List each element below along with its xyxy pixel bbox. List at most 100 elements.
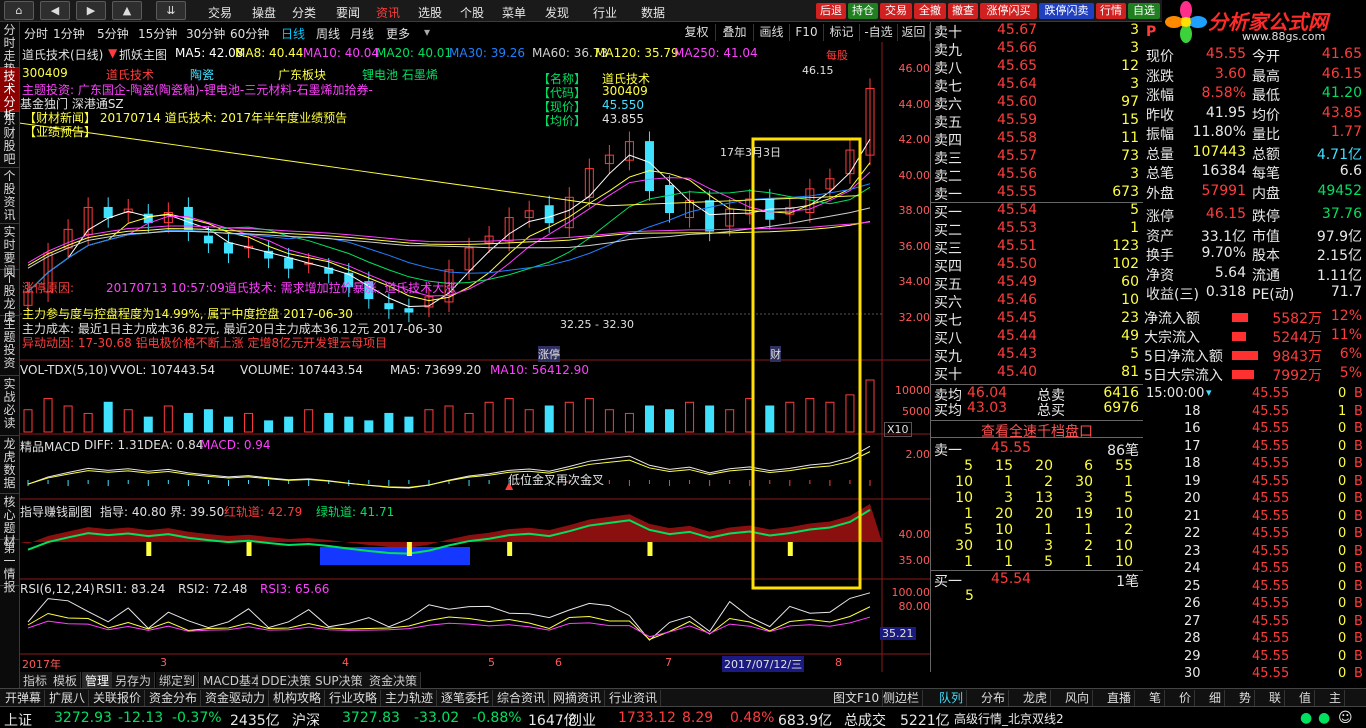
tick-row-9[interactable]: 23 45.55 0 B [1142, 544, 1366, 562]
bottom-tab-7[interactable]: 主力轨迹 [382, 690, 438, 706]
right-tab-10[interactable]: 值 [1296, 690, 1316, 706]
bottom-tab-0[interactable]: 开弹幕 [2, 690, 46, 706]
tick-row-6[interactable]: 20 45.55 0 B [1142, 491, 1366, 509]
tick-row-0[interactable]: 15:00:00 45.55 0 B [1142, 386, 1366, 404]
trade-button-0[interactable]: 后退 [816, 3, 846, 19]
tick-row-10[interactable]: 24 45.55 0 B [1142, 561, 1366, 579]
period-8[interactable]: 月线 [350, 25, 374, 42]
left-tab-1[interactable]: 技术分析 [0, 68, 19, 122]
bottom-tab-sidebar[interactable]: 侧边栏 [880, 690, 924, 706]
tick-row-16[interactable]: 30 45.55 0 B [1142, 666, 1366, 684]
menu-8[interactable]: 发现 [545, 4, 569, 21]
right-tab-1[interactable]: 分布 [978, 690, 1010, 706]
menu-9[interactable]: 行业 [593, 4, 617, 21]
more-dropdown-icon[interactable]: ▾ [424, 25, 430, 39]
bottom-tab-2[interactable]: 关联报价 [90, 690, 146, 706]
home-icon[interactable]: ⌂ [4, 1, 34, 20]
period-4[interactable]: 30分钟 [186, 25, 225, 42]
left-tab-3[interactable]: 个股资讯 [0, 168, 19, 224]
chart-bottom-tab-2[interactable]: 管理 [82, 672, 114, 688]
bottom-tab-6[interactable]: 行业攻略 [326, 690, 382, 706]
period-1[interactable]: 1分钟 [53, 25, 85, 42]
menu-0[interactable]: 交易 [208, 4, 232, 21]
buy-row-3[interactable]: 买四 45.50 102 [931, 256, 1143, 275]
period-7[interactable]: 周线 [316, 25, 340, 42]
trade-button-2[interactable]: 交易 [880, 3, 912, 19]
left-tab-0[interactable]: 分时走势 [0, 22, 19, 76]
bottom-tab-10[interactable]: 网摘资讯 [550, 690, 606, 706]
bottom-tab-1[interactable]: 扩展八 [46, 690, 90, 706]
back-icon[interactable]: ◀ [40, 1, 70, 20]
left-tab-7[interactable]: 实战必读 [0, 376, 19, 436]
news-line-2[interactable]: 【业绩预告】 [24, 123, 96, 140]
tick-row-12[interactable]: 26 45.55 0 B [1142, 596, 1366, 614]
right-tab-9[interactable]: 联 [1266, 690, 1286, 706]
right-tab-3[interactable]: 风向 [1062, 690, 1094, 706]
chart-bottom-tab-0[interactable]: 指标 [20, 672, 52, 688]
bottom-tab-11[interactable]: 行业资讯 [606, 690, 662, 706]
bottom-tab-f10[interactable]: 图文F10 [830, 690, 884, 706]
buy-row-2[interactable]: 买三 45.51 123 [931, 238, 1143, 257]
tick-row-2[interactable]: 16 45.55 0 B [1142, 421, 1366, 439]
sell-row-3[interactable]: 卖七 45.64 3 [931, 76, 1143, 95]
trade-button-1[interactable]: 持仓 [848, 3, 878, 19]
right-tab-8[interactable]: 势 [1236, 690, 1256, 706]
buy-row-0[interactable]: 买一 45.54 5 [931, 202, 1143, 221]
sell-row-6[interactable]: 卖四 45.58 11 [931, 130, 1143, 149]
buy-row-8[interactable]: 买九 45.43 5 [931, 346, 1143, 365]
trade-button-8[interactable]: 自选 [1128, 3, 1160, 19]
chart-control-6[interactable]: 返回 [898, 24, 930, 41]
forward-icon[interactable]: ▶ [76, 1, 106, 20]
sell-row-9[interactable]: 卖一 45.55 673 [931, 184, 1143, 203]
period-0[interactable]: 分时 [24, 25, 48, 42]
concept-tag-3[interactable]: 锂电池 石墨烯 [362, 66, 438, 83]
buy-row-6[interactable]: 买七 45.45 23 [931, 310, 1143, 329]
sell-row-2[interactable]: 卖八 45.65 12 [931, 58, 1143, 77]
trade-button-3[interactable]: 全撤 [914, 3, 946, 19]
bottom-tab-3[interactable]: 资金分布 [146, 690, 202, 706]
tick-row-3[interactable]: 17 45.55 0 B [1142, 439, 1366, 457]
right-tab-5[interactable]: 笔 [1146, 690, 1166, 706]
buy-row-5[interactable]: 买六 45.46 10 [931, 292, 1143, 311]
tick-row-8[interactable]: 22 45.55 0 B [1142, 526, 1366, 544]
menu-6[interactable]: 个股 [460, 4, 484, 21]
period-6[interactable]: 日线 [281, 25, 305, 42]
right-tab-6[interactable]: 价 [1176, 690, 1196, 706]
chart-bottom-tab-3[interactable]: 另存为 [112, 672, 156, 688]
bottom-tab-4[interactable]: 资金驱动力 [202, 690, 270, 706]
trade-button-5[interactable]: 涨停闪买 [980, 3, 1037, 19]
chart-bottom-tab-4[interactable]: 绑定到 [156, 672, 200, 688]
trade-button-4[interactable]: 撤查 [948, 3, 978, 19]
left-tab-6[interactable]: 主题投资 [0, 316, 19, 376]
menu-10[interactable]: 数据 [641, 4, 665, 21]
tick-row-5[interactable]: 19 45.55 0 B [1142, 474, 1366, 492]
menu-2[interactable]: 分类 [292, 4, 316, 21]
chart-control-4[interactable]: 标记 [824, 24, 860, 41]
chart-area[interactable]: 道氏技术(日线) ▼ 抓妖主图 MA5: 42.08 MA8: 40.44 MA10… [20, 42, 930, 688]
chart-bottom-tab-7[interactable]: SUP决策 [312, 672, 367, 688]
chart-bottom-tab-8[interactable]: 资金决策 [366, 672, 422, 688]
period-9[interactable]: 更多 [386, 25, 410, 42]
tick-row-13[interactable]: 27 45.55 0 B [1142, 614, 1366, 632]
menu-3[interactable]: 要闻 [336, 4, 360, 21]
left-tab-4[interactable]: 实时要闻 [0, 224, 19, 278]
chart-control-0[interactable]: 复权 [678, 24, 716, 41]
right-tab-7[interactable]: 细 [1206, 690, 1226, 706]
menu-4[interactable]: 资讯 [376, 4, 400, 21]
right-tab-2[interactable]: 龙虎 [1020, 690, 1052, 706]
trade-button-6[interactable]: 跌停闪卖 [1039, 3, 1094, 19]
left-tab-2[interactable]: 东财股吧 [0, 112, 19, 168]
sell-row-7[interactable]: 卖三 45.57 73 [931, 148, 1143, 167]
tick-row-15[interactable]: 29 45.55 0 B [1142, 649, 1366, 667]
period-5[interactable]: 60分钟 [230, 25, 269, 42]
chart-control-1[interactable]: 叠加 [716, 24, 754, 41]
collapse-icon[interactable]: ⇊ [156, 1, 186, 20]
chart-bottom-tab-6[interactable]: DDE决策 [258, 672, 316, 688]
period-2[interactable]: 5分钟 [97, 25, 129, 42]
tick-row-14[interactable]: 28 45.55 0 B [1142, 631, 1366, 649]
right-tab-11[interactable]: 主 [1326, 690, 1346, 706]
chart-canvas[interactable] [20, 42, 930, 672]
left-tab-5[interactable]: 个股龙虎 [0, 270, 19, 324]
menu-7[interactable]: 菜单 [502, 4, 526, 21]
menu-1[interactable]: 操盘 [252, 4, 276, 21]
